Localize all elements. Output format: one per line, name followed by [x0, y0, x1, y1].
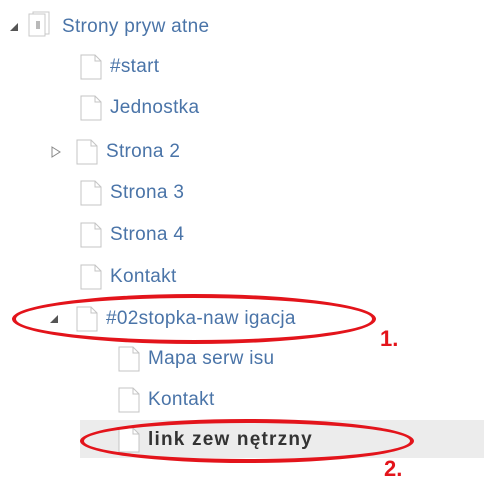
triangle-expanded-icon[interactable] [8, 21, 20, 33]
page-icon [118, 387, 140, 413]
tree-item-strona-4[interactable]: Strona 4 [80, 220, 184, 250]
tree-item-kontakt-child[interactable]: Kontakt [118, 385, 215, 415]
tree-item-strona-3[interactable]: Strona 3 [80, 178, 184, 208]
tree-item-strona-2[interactable]: Strona 2 [50, 137, 180, 167]
tree-item-label: Kontakt [148, 389, 215, 410]
tree-item-mapa-serwisu[interactable]: Mapa serw isu [118, 344, 274, 374]
tree-item-label: Strona 4 [110, 224, 185, 245]
tree-item-label: #start [110, 56, 160, 77]
tree-root-label: Strony pryw atne [62, 16, 210, 37]
page-icon [80, 180, 102, 206]
page-icon [80, 54, 102, 80]
annotation-ellipse-2 [80, 419, 414, 463]
tree-item-start[interactable]: #start [80, 52, 159, 82]
tree-item-label: Kontakt [110, 266, 177, 287]
tree-item-label: Strona 3 [110, 182, 185, 203]
page-icon [80, 264, 102, 290]
page-icon [118, 346, 140, 372]
page-tree: Strony pryw atne #start Jednostka Strona… [0, 0, 484, 485]
page-icon [80, 95, 102, 121]
annotation-number-1: 1. [380, 326, 399, 351]
annotation-ellipse-1 [12, 294, 376, 344]
tree-item-label: Jednostka [110, 97, 200, 118]
page-icon [80, 222, 102, 248]
tree-item-jednostka[interactable]: Jednostka [80, 93, 199, 123]
tree-root-strony-prywatne[interactable]: Strony pryw atne [8, 11, 210, 44]
tree-item-label: Strona 2 [106, 141, 181, 162]
annotation-number-2: 2. [384, 456, 403, 481]
root-pages-icon [24, 11, 54, 44]
tree-item-label: Mapa serw isu [148, 348, 275, 369]
triangle-collapsed-icon[interactable] [50, 146, 62, 158]
page-icon [76, 139, 98, 165]
tree-item-kontakt[interactable]: Kontakt [80, 262, 177, 292]
